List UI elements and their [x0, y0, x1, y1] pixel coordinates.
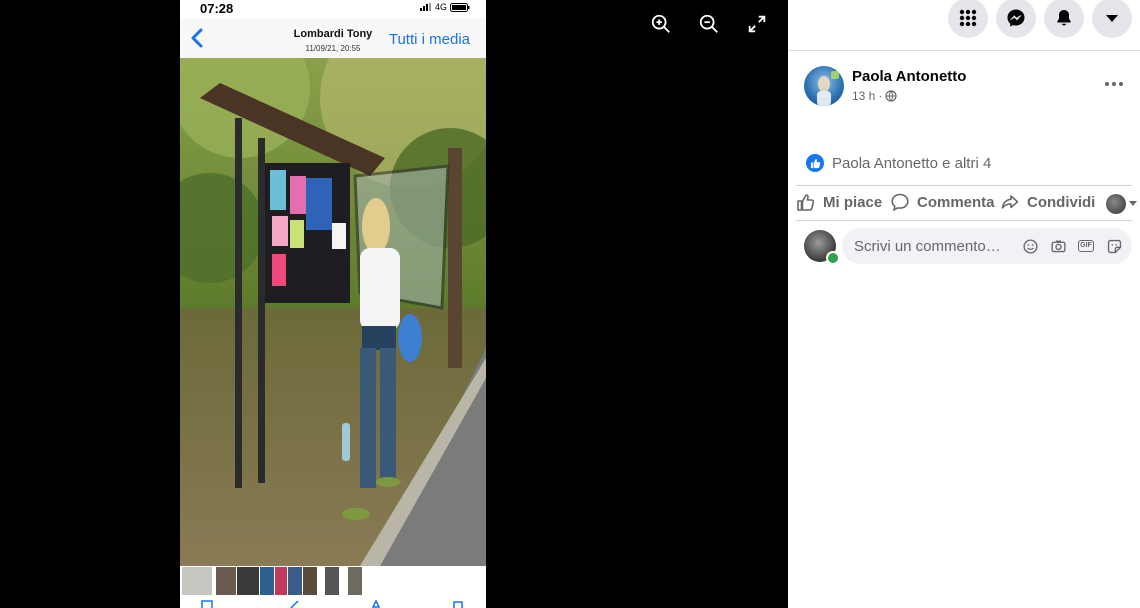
phone-status-bar: 07:28 4G [180, 0, 486, 18]
author-name[interactable]: Paola Antonetto [852, 68, 966, 85]
toolbar-icons [201, 599, 463, 608]
post-actions-bar: Mi piace Commenta Condividi [796, 185, 1137, 221]
all-media-link: Tutti i media [388, 31, 470, 48]
gif-icon[interactable]: GIF [1076, 236, 1096, 256]
post-timestamp: 13 h · [852, 89, 897, 103]
comment-icon [891, 193, 909, 212]
like-label: Mi piace [823, 193, 883, 211]
comment-input[interactable] [854, 228, 1014, 264]
menu-grid-icon[interactable] [948, 0, 988, 38]
gif-label: GIF [1078, 240, 1094, 252]
thumbnail [325, 567, 339, 595]
battery-icon [450, 2, 470, 12]
comment-box[interactable]: GIF [842, 228, 1132, 264]
phone-screenshot: 07:28 4G Lombardi Tony 11/09/21, 20:55 T… [180, 0, 486, 608]
comment-button[interactable]: Commenta [890, 192, 995, 212]
phone-date: 11/09/21, 20:55 [305, 44, 361, 53]
phone-nav-bar: Lombardi Tony 11/09/21, 20:55 Tutti i me… [180, 18, 486, 58]
phone-time: 07:28 [200, 1, 234, 16]
network-label: 4G [434, 2, 447, 12]
more-options-icon[interactable] [1100, 72, 1128, 96]
thumbnail-strip [180, 566, 486, 596]
reactions-summary[interactable]: Paola Antonetto e altri 4 [806, 154, 991, 172]
back-chevron-icon [191, 28, 203, 48]
zoom-out-icon[interactable] [695, 10, 723, 38]
share-as-selector[interactable] [1106, 194, 1137, 214]
fullscreen-icon[interactable] [743, 10, 771, 38]
thumbs-up-icon [797, 194, 815, 211]
phone-contact-name: Lombardi Tony [293, 28, 373, 40]
share-arrow-icon [1001, 195, 1019, 209]
thumbnail [348, 567, 362, 595]
photo-viewer: 07:28 4G Lombardi Tony 11/09/21, 20:55 T… [0, 0, 788, 608]
signal-icon [419, 3, 431, 11]
like-reaction-icon [806, 154, 824, 172]
post-panel: Paola Antonetto 13 h · Paola Antonetto e… [788, 0, 1140, 608]
top-bar [788, 0, 1140, 51]
account-dropdown-icon[interactable] [1092, 0, 1132, 38]
thumbnail [303, 567, 317, 595]
share-button[interactable]: Condividi [1000, 192, 1095, 212]
share-label: Condividi [1027, 193, 1096, 211]
reactions-text: Paola Antonetto e altri 4 [832, 154, 992, 172]
like-button[interactable]: Mi piace [796, 192, 882, 212]
photo-image [180, 58, 486, 566]
thumbnail [237, 567, 259, 595]
caret-down-icon [1129, 201, 1137, 206]
sticker-icon[interactable] [1104, 236, 1124, 256]
post-time-text[interactable]: 13 h [852, 89, 875, 103]
zoom-in-icon[interactable] [647, 10, 675, 38]
online-status-dot [826, 251, 840, 265]
notifications-icon[interactable] [1044, 0, 1084, 38]
camera-icon[interactable] [1048, 236, 1068, 256]
author-avatar[interactable] [804, 66, 844, 106]
time-separator: · [878, 89, 883, 103]
thumbnail [182, 567, 212, 595]
phone-toolbar [180, 596, 486, 608]
globe-icon [885, 90, 897, 102]
messenger-icon[interactable] [996, 0, 1036, 38]
share-as-avatar [1106, 194, 1126, 214]
thumbnail [216, 567, 236, 595]
phone-signal: 4G [419, 2, 470, 12]
thumbnail [288, 567, 302, 595]
comment-label: Commenta [917, 193, 995, 211]
thumbnail [275, 567, 287, 595]
emoji-icon[interactable] [1020, 236, 1040, 256]
thumbnail [260, 567, 274, 595]
